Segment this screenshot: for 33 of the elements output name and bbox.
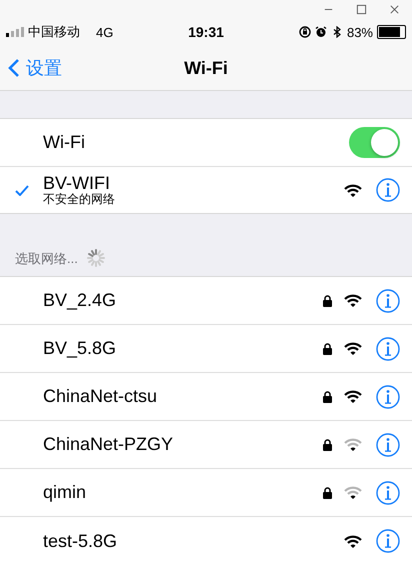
network-name[interactable]: test-5.8G (43, 530, 344, 552)
network-name[interactable]: BV_5.8G (43, 338, 323, 359)
network-name[interactable]: BV_2.4G (43, 290, 323, 311)
network-name[interactable]: qimin (43, 482, 323, 503)
section-header: 选取网络... (15, 250, 78, 268)
battery-icon (377, 25, 406, 39)
clock-time: 19:31 (188, 24, 224, 40)
network-type: 4G (96, 24, 114, 40)
info-icon[interactable] (376, 178, 400, 202)
maximize-icon[interactable] (356, 4, 367, 14)
network-status: 不安全的网络 (43, 193, 116, 206)
wifi-label: Wi-Fi (43, 132, 86, 153)
wifi-icon (344, 184, 362, 196)
battery-percent: 83% (346, 24, 373, 40)
wifi-toggle[interactable] (349, 127, 400, 158)
carrier-name: 中国移动 (28, 23, 80, 41)
loading-spinner-icon (86, 248, 106, 268)
back-chevron-icon[interactable] (8, 58, 20, 78)
info-icon[interactable] (376, 336, 400, 360)
back-button[interactable]: 设置 (0, 56, 62, 80)
network-name: BV-WIFI (43, 174, 111, 193)
rotation-lock-icon (298, 26, 311, 38)
network-name[interactable]: ChinaNet-ctsu (43, 386, 323, 407)
info-icon[interactable] (376, 288, 400, 312)
info-icon[interactable] (376, 384, 400, 408)
network-name[interactable]: ChinaNet-PZGY (43, 434, 323, 455)
cell-signal-icon (6, 27, 24, 37)
close-icon[interactable] (389, 4, 400, 14)
info-icon[interactable] (376, 480, 400, 504)
alarm-icon (314, 26, 327, 38)
info-icon[interactable] (376, 529, 400, 553)
info-icon[interactable] (376, 432, 400, 456)
page-title: Wi-Fi (184, 58, 228, 78)
